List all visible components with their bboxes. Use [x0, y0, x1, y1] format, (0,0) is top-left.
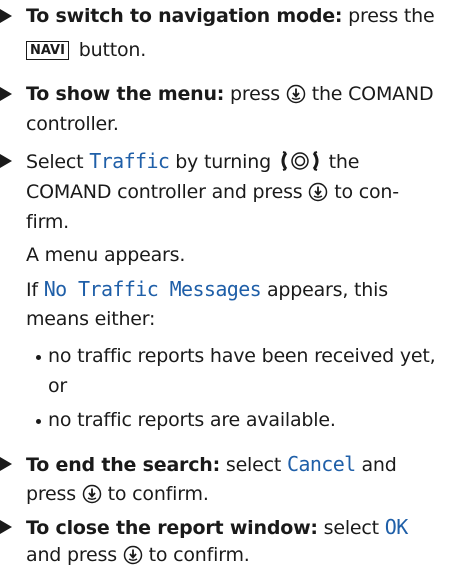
- controller-press-icon: [82, 484, 102, 504]
- step-line: firm.: [26, 208, 69, 236]
- bullet-dot: [36, 419, 41, 424]
- list-item-cont: or: [48, 375, 68, 397]
- navi-key: NAVI: [26, 41, 69, 60]
- step-text: means either:: [26, 308, 156, 330]
- step-text: select: [220, 454, 287, 476]
- step-text: select: [317, 517, 385, 539]
- step-arrow-icon: [0, 9, 12, 23]
- step-lead: To end the search:: [26, 454, 221, 476]
- step-text: firm.: [26, 211, 69, 233]
- menu-option-traffic: Traffic: [89, 149, 170, 173]
- step-line: To end the search: select Cancel and: [26, 450, 397, 479]
- menu-option-cancel: Cancel: [286, 452, 356, 476]
- menu-option-ok: OK: [384, 515, 408, 539]
- step-text: button.: [72, 39, 147, 61]
- step-line: COMAND controller and press to con-: [26, 178, 399, 206]
- step-text: press the: [342, 5, 435, 27]
- step-text: the COMAND: [305, 83, 434, 105]
- step-lead: To close the report window:: [26, 517, 318, 539]
- step-text: to con-: [328, 181, 399, 203]
- step-line: Select Traffic by turning the: [26, 147, 359, 176]
- step-condition: If No Traffic Messages appears, this: [26, 275, 388, 304]
- step-text: controller.: [26, 113, 119, 135]
- controller-press-icon: [286, 84, 306, 104]
- step-arrow-icon: [0, 154, 12, 168]
- list-item: no traffic reports have been received ye…: [48, 345, 436, 367]
- step-line: and press to confirm.: [26, 541, 250, 569]
- step-text: press: [26, 483, 76, 505]
- step-text: If: [26, 279, 44, 301]
- step-lead: To show the menu:: [26, 83, 225, 105]
- step-result: A menu appears.: [26, 244, 186, 266]
- step-line: means either:: [26, 305, 155, 333]
- step-text: and: [355, 454, 397, 476]
- list-item: no traffic reports are available.: [48, 409, 336, 431]
- status-no-traffic-messages: No Traffic Messages: [43, 277, 262, 301]
- step-line: controller.: [26, 110, 119, 138]
- step-text: appears, this: [261, 279, 388, 301]
- step-line: NAVI button.: [26, 36, 146, 64]
- step-text: to confirm.: [142, 544, 250, 566]
- step-text: press: [224, 83, 281, 105]
- bullet-dot: [36, 355, 41, 360]
- step-line: To switch to navigation mode: press the: [26, 2, 435, 30]
- step-text: Select: [26, 151, 90, 173]
- step-arrow-icon: [0, 87, 12, 101]
- step-text: and press: [26, 544, 117, 566]
- step-text: to confirm.: [101, 483, 209, 505]
- step-text: COMAND controller and press: [26, 181, 303, 203]
- controller-turn-icon: [281, 151, 319, 171]
- step-line: To close the report window: select OK: [26, 513, 408, 542]
- step-text: by turning: [169, 151, 271, 173]
- controller-press-icon: [309, 182, 328, 202]
- instructions-page: To switch to navigation mode: press the …: [0, 0, 462, 566]
- step-line: To show the menu: press the COMAND: [26, 80, 434, 108]
- step-text: the: [322, 151, 360, 173]
- step-arrow-icon: [0, 457, 12, 471]
- controller-press-icon: [123, 545, 143, 565]
- step-arrow-icon: [0, 520, 12, 534]
- step-lead: To switch to navigation mode:: [26, 5, 343, 27]
- step-line: press to confirm.: [26, 480, 209, 508]
